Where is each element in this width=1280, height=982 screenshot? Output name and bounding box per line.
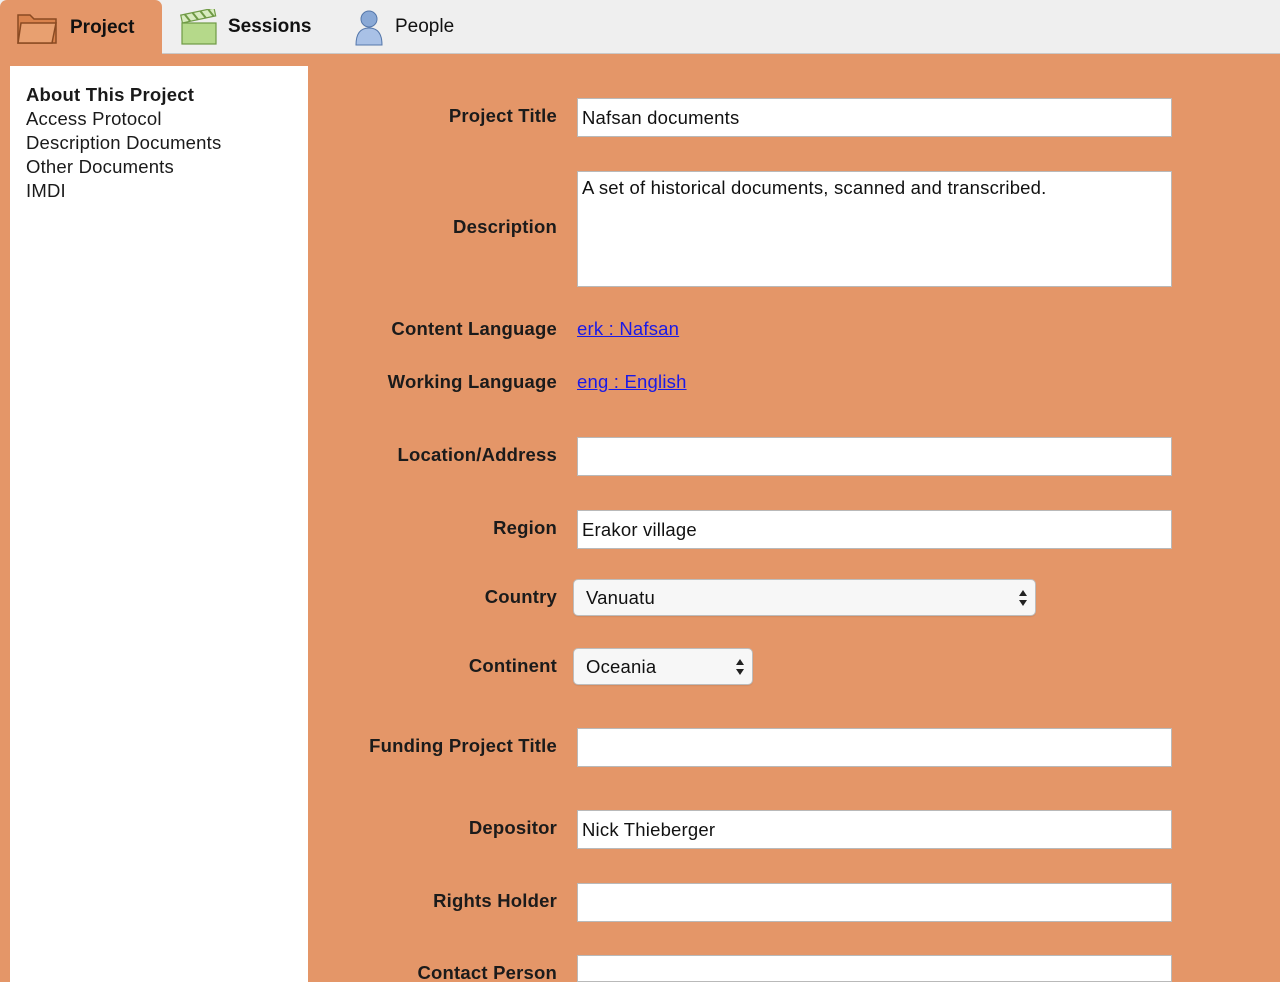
sidebar-item-other-documents[interactable]: Other Documents <box>26 155 308 179</box>
select-arrows-icon <box>736 659 744 675</box>
continent-select[interactable]: Oceania <box>573 648 753 685</box>
continent-label: Continent <box>468 655 557 676</box>
sidebar: About This Project Access Protocol Descr… <box>10 66 308 982</box>
description-label: Description <box>453 216 557 237</box>
content-language-link[interactable]: erk : Nafsan <box>577 318 679 340</box>
project-title-input[interactable] <box>577 98 1172 137</box>
tab-project-label: Project <box>70 17 135 38</box>
select-arrows-icon <box>1019 590 1027 606</box>
sidebar-item-about[interactable]: About This Project <box>26 83 308 107</box>
depositor-label: Depositor <box>468 817 557 838</box>
location-input[interactable] <box>577 437 1172 476</box>
tab-people-label: People <box>395 16 455 37</box>
tab-bar: Project Sessions People <box>0 0 1280 56</box>
country-label: Country <box>484 586 557 607</box>
sidebar-item-access-protocol[interactable]: Access Protocol <box>26 107 308 131</box>
funding-project-title-input[interactable] <box>577 728 1172 767</box>
rights-holder-label: Rights Holder <box>433 890 557 911</box>
working-language-label: Working Language <box>387 371 557 392</box>
country-select[interactable]: Vanuatu <box>573 579 1036 616</box>
tab-project[interactable]: Project <box>0 0 162 56</box>
contact-person-input[interactable] <box>577 955 1172 982</box>
description-textarea[interactable]: A set of historical documents, scanned a… <box>577 171 1172 287</box>
region-label: Region <box>493 517 557 538</box>
working-language-link[interactable]: eng : English <box>577 371 687 393</box>
contact-person-label: Contact Person <box>417 962 557 982</box>
sidebar-item-description-documents[interactable]: Description Documents <box>26 131 308 155</box>
project-title-label: Project Title <box>448 105 557 126</box>
funding-project-title-label: Funding Project Title <box>369 735 557 756</box>
clapperboard-icon <box>180 9 218 45</box>
person-icon <box>353 8 385 46</box>
content-language-label: Content Language <box>391 318 557 339</box>
sidebar-item-imdi[interactable]: IMDI <box>26 179 308 203</box>
location-label: Location/Address <box>397 444 557 465</box>
continent-value: Oceania <box>586 655 657 677</box>
rights-holder-input[interactable] <box>577 883 1172 922</box>
tab-sessions[interactable]: Sessions <box>180 0 311 54</box>
country-value: Vanuatu <box>586 586 655 608</box>
folder-icon <box>16 11 60 45</box>
depositor-input[interactable] <box>577 810 1172 849</box>
tab-sessions-label: Sessions <box>228 16 312 37</box>
tab-people[interactable]: People <box>353 0 454 54</box>
region-input[interactable] <box>577 510 1172 549</box>
